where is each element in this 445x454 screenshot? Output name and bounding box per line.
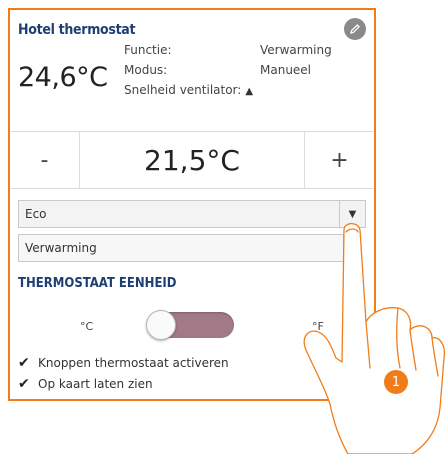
- increase-button[interactable]: +: [304, 132, 374, 188]
- preset-select-value: Eco: [25, 207, 47, 221]
- unit-section-title: THERMOSTAAT EENHEID: [18, 276, 177, 291]
- mode-value: Manueel: [260, 63, 312, 77]
- pencil-icon: [350, 24, 360, 34]
- setpoint-control: - 21,5°C +: [10, 131, 374, 189]
- current-temperature: 24,6°C: [18, 62, 108, 93]
- setpoint-value: 21,5°C: [144, 143, 240, 177]
- pointing-hand-illustration: [303, 222, 445, 454]
- edit-button[interactable]: [344, 18, 366, 40]
- celsius-label: °C: [80, 320, 94, 333]
- checkbox-checked-icon[interactable]: ✔: [18, 376, 34, 392]
- function-label: Functie:: [124, 43, 172, 57]
- fan-speed-row: Snelheid ventilator: ▲: [124, 80, 253, 102]
- activate-buttons-label: Knoppen thermostaat activeren: [38, 356, 229, 370]
- status-values: Verwarming Manueel: [260, 40, 332, 80]
- show-on-map-label: Op kaart laten zien: [38, 377, 153, 391]
- unit-toggle[interactable]: [146, 310, 234, 340]
- checkbox-checked-icon[interactable]: ✔: [18, 355, 34, 371]
- show-on-map-option[interactable]: ✔ Op kaart laten zien: [18, 376, 153, 392]
- status-labels: Functie: Modus: Snelheid ventilator: ▲: [124, 40, 253, 102]
- panel-title: Hotel thermostat: [18, 22, 136, 38]
- activate-buttons-option[interactable]: ✔ Knoppen thermostaat activeren: [18, 355, 229, 371]
- toggle-knob[interactable]: [146, 310, 176, 340]
- warning-icon: ▲: [245, 86, 254, 97]
- fan-speed-label: Snelheid ventilator:: [124, 83, 242, 97]
- mode-select[interactable]: Verwarming: [18, 234, 344, 262]
- callout-badge: 1: [384, 370, 408, 394]
- decrease-button[interactable]: -: [10, 132, 80, 188]
- mode-label: Modus:: [124, 63, 168, 77]
- function-value: Verwarming: [260, 43, 332, 57]
- mode-select-value: Verwarming: [25, 241, 97, 255]
